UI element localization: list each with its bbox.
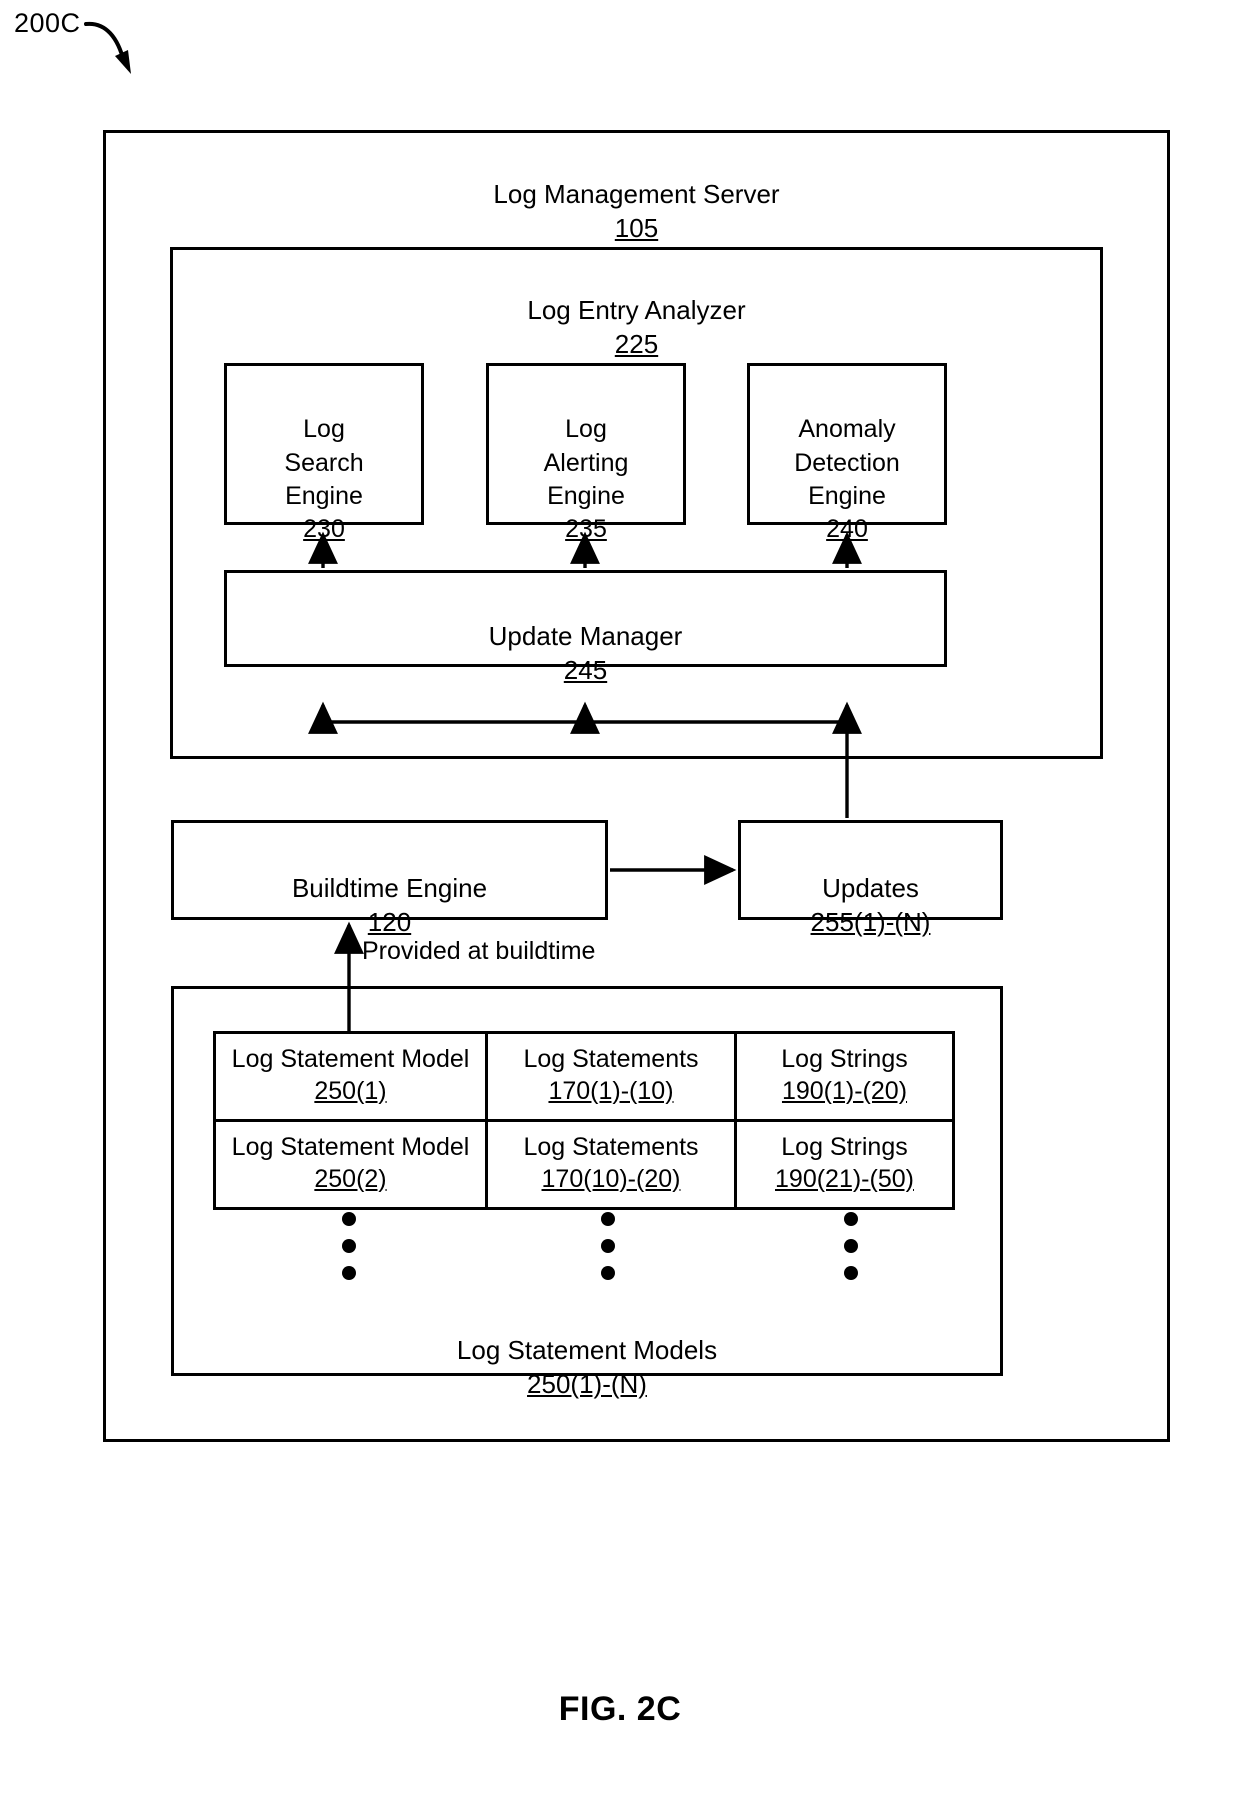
log-management-server-label: Log Management Server: [493, 178, 780, 209]
ellipsis-column-strings: [844, 1212, 858, 1293]
log-alerting-engine-title: Log Alerting Engine 235: [489, 380, 683, 580]
cell-ref: 190(1)-(20): [781, 1076, 908, 1105]
ellipsis-dot: [342, 1212, 356, 1226]
updates-title: Updates 255(1)-(N): [738, 838, 1003, 973]
cell-ref: 250(2): [314, 1164, 387, 1193]
cell-ref: 170(1)-(10): [548, 1076, 674, 1105]
anomaly-detection-engine-ref: 240: [826, 515, 868, 543]
figure-reference-label: 200C: [14, 8, 81, 38]
cell-label: Log Statements: [523, 1045, 699, 1073]
cell-label: Log Statement Model: [231, 1045, 470, 1073]
anomaly-detection-engine-box: Anomaly Detection Engine 240: [747, 363, 947, 543]
table-cell-statements: Log Statements 170(1)-(10): [485, 1031, 737, 1122]
ellipsis-dot: [601, 1266, 615, 1280]
buildtime-engine-label: Buildtime Engine: [291, 872, 488, 903]
ellipsis-dot: [342, 1239, 356, 1253]
log-search-engine-label: Log Search Engine: [284, 415, 364, 510]
ellipsis-dot: [844, 1212, 858, 1226]
log-entry-analyzer-label: Log Entry Analyzer: [527, 294, 746, 325]
table-cell-statements: Log Statements 170(10)-(20): [485, 1119, 737, 1210]
table-cell-strings: Log Strings 190(1)-(20): [734, 1031, 955, 1122]
buildtime-engine-ref: 120: [367, 906, 412, 937]
cell-label: Log Strings: [781, 1045, 908, 1073]
table-cell-strings: Log Strings 190(21)-(50): [734, 1119, 955, 1210]
log-management-server-ref: 105: [614, 212, 659, 243]
table-row: Log Statement Model 250(1) Log Statement…: [213, 1031, 958, 1122]
figure-reference-arrow-icon: [84, 21, 131, 74]
figure-caption: FIG. 2C: [558, 1690, 682, 1728]
cell-ref: 170(10)-(20): [541, 1164, 681, 1193]
ellipsis-dot: [601, 1239, 615, 1253]
table-cell-statement-model: Log Statement Model 250(1): [213, 1031, 488, 1122]
cell-ref: 250(1): [314, 1076, 387, 1105]
ellipsis-column-statement-model: [342, 1212, 356, 1293]
log-search-engine-ref: 230: [303, 515, 345, 543]
ellipsis-dot: [342, 1266, 356, 1280]
ellipsis-dot: [844, 1266, 858, 1280]
log-alerting-engine-box: Log Alerting Engine 235: [486, 363, 686, 543]
table-row: Log Statement Model 250(2) Log Statement…: [213, 1119, 958, 1210]
ellipsis-dot: [601, 1212, 615, 1226]
log-entry-analyzer-ref: 225: [614, 328, 659, 359]
update-manager-label: Update Manager: [488, 620, 683, 651]
log-alerting-engine-label: Log Alerting Engine: [543, 415, 629, 510]
anomaly-detection-engine-title: Anomaly Detection Engine 240: [750, 380, 944, 580]
log-statement-models-title: Log Statement Models 250(1)-(N): [171, 1300, 1003, 1435]
log-statement-models-table: Log Statement Model 250(1) Log Statement…: [213, 1031, 958, 1210]
table-cell-statement-model: Log Statement Model 250(2): [213, 1119, 488, 1210]
ellipsis-dot: [844, 1239, 858, 1253]
provided-at-buildtime-note: Provided at buildtime: [362, 937, 596, 965]
log-alerting-engine-ref: 235: [565, 515, 607, 543]
cell-ref: 190(21)-(50): [775, 1164, 914, 1193]
log-search-engine-box: Log Search Engine 230: [224, 363, 424, 543]
update-manager-title: Update Manager 245: [224, 586, 947, 721]
log-statement-models-ref: 250(1)-(N): [527, 1368, 647, 1399]
update-manager-ref: 245: [563, 654, 608, 685]
updates-ref: 255(1)-(N): [810, 906, 931, 937]
cell-label: Log Statement Model: [231, 1133, 470, 1161]
updates-label: Updates: [822, 872, 919, 903]
cell-label: Log Statements: [523, 1133, 699, 1161]
ellipsis-column-statements: [601, 1212, 615, 1293]
log-search-engine-title: Log Search Engine 230: [227, 380, 421, 580]
anomaly-detection-engine-label: Anomaly Detection Engine: [794, 415, 900, 510]
log-statement-models-label: Log Statement Models: [456, 1334, 718, 1365]
cell-label: Log Strings: [781, 1133, 908, 1161]
